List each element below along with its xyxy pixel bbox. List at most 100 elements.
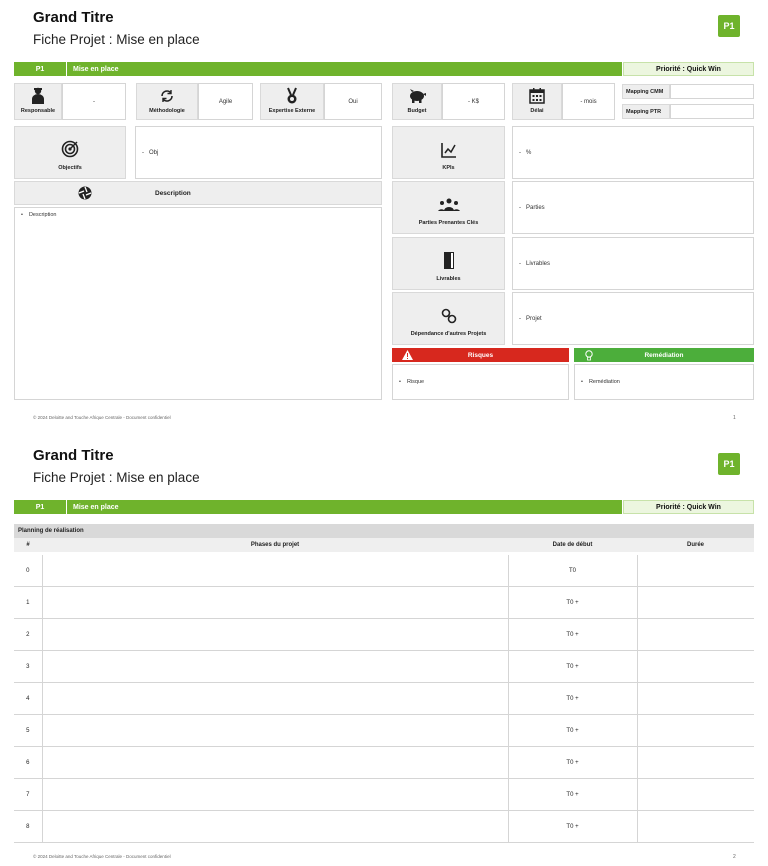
budget-cell: Budget <box>392 83 442 120</box>
livrables-cell: Livrables <box>392 237 505 290</box>
page-number: 1 <box>733 415 736 421</box>
row-duree <box>636 810 754 843</box>
kpis-value: -% <box>512 126 754 179</box>
parties-label: Parties Prenantes Clés <box>418 220 479 226</box>
row-phase <box>41 714 508 747</box>
page-title: Grand Titre <box>33 9 114 26</box>
project-bar: P1 Mise en place <box>14 62 622 76</box>
expertise-label: Expertise Externe <box>268 108 316 114</box>
project-code: P1 <box>35 65 45 73</box>
header-phases: Phases du projet <box>250 542 300 548</box>
calendar-icon <box>513 84 561 108</box>
mapping-cmm-value <box>670 84 754 99</box>
project-bar: P1 Mise en place <box>14 500 622 514</box>
description-header: Description <box>14 181 382 205</box>
mapping-ptr-label: Mapping PTR <box>622 104 670 119</box>
table-row: 6 T0 + <box>14 746 754 779</box>
livrables-text: Livrables <box>526 260 551 267</box>
row-phase <box>41 618 508 651</box>
budget-value: - K$ <box>442 83 505 120</box>
page-subtitle: Fiche Projet : Mise en place <box>33 32 200 47</box>
planning-header-row: # Phases du projet Date de début Durée <box>14 538 754 552</box>
remediation-body: • Remédiation <box>574 364 754 400</box>
row-phase <box>41 586 508 619</box>
page-number: 2 <box>733 854 736 860</box>
methodologie-value: Agile <box>198 83 253 120</box>
description-body: • Description <box>14 207 382 400</box>
row-date: T0 + <box>507 714 637 747</box>
footer-text: © 2024 Deloitte and Touche Afrique Centr… <box>33 415 171 420</box>
medal-icon <box>261 84 323 108</box>
project-name: Mise en place <box>73 503 119 511</box>
row-date: T0 + <box>507 618 637 651</box>
row-phase <box>41 778 508 811</box>
dependance-cell: Dépendance d'autres Projets <box>392 292 505 345</box>
priority-badge: P1 <box>718 453 740 475</box>
table-row: 4 T0 + <box>14 682 754 715</box>
delai-label: Délai <box>530 108 544 114</box>
row-date: T0 + <box>507 810 637 843</box>
objectifs-label: Objectifs <box>58 165 82 171</box>
table-row: 7 T0 + <box>14 778 754 811</box>
methodologie-label: Méthodologie <box>149 108 185 114</box>
row-phase <box>41 682 508 715</box>
table-row: 5 T0 + <box>14 714 754 747</box>
parties-text: Parties <box>526 204 545 211</box>
description-title: Description <box>155 189 191 197</box>
table-row: 1 T0 + <box>14 586 754 619</box>
page-title: Grand Titre <box>33 447 114 464</box>
piggy-bank-icon <box>393 84 441 108</box>
row-num: 5 <box>14 714 42 747</box>
remediation-item: Remédiation <box>588 379 620 385</box>
row-date: T0 + <box>507 778 637 811</box>
link-icon <box>393 293 504 331</box>
header-duree: Durée <box>686 542 704 548</box>
risques-body: • Risque <box>392 364 569 400</box>
row-num: 4 <box>14 682 42 715</box>
expertise-value: Oui <box>324 83 382 120</box>
objectifs-value: - Obj <box>135 126 382 179</box>
row-phase <box>41 746 508 779</box>
dependance-value: - Projet <box>512 292 754 345</box>
priority-badge: P1 <box>718 15 740 37</box>
parties-cell: Parties Prenantes Clés <box>392 181 505 234</box>
book-icon <box>393 238 504 276</box>
header-num: # <box>26 542 30 548</box>
remediation-header: Remédiation <box>574 348 754 362</box>
responsable-value: - <box>62 83 126 120</box>
row-num: 0 <box>14 555 42 587</box>
table-row: 2 T0 + <box>14 618 754 651</box>
row-phase <box>41 555 508 587</box>
table-row: 3 T0 + <box>14 650 754 683</box>
row-duree <box>636 650 754 683</box>
row-phase <box>41 810 508 843</box>
description-item: Description <box>28 212 57 218</box>
priority-label: Priorité : Quick Win <box>623 500 754 514</box>
row-duree <box>636 682 754 715</box>
risques-header: Risques <box>392 348 569 362</box>
row-duree <box>636 746 754 779</box>
row-date: T0 + <box>507 586 637 619</box>
livrables-label: Livrables <box>436 276 461 282</box>
header-date: Date de début <box>552 542 593 548</box>
row-duree <box>636 714 754 747</box>
target-icon <box>15 127 125 165</box>
warning-icon <box>392 350 422 360</box>
lightbulb-icon <box>574 349 604 361</box>
livrables-value: - Livrables <box>512 237 754 290</box>
footer-text: © 2024 Deloitte and Touche Afrique Centr… <box>33 854 171 859</box>
row-date: T0 + <box>507 650 637 683</box>
project-name: Mise en place <box>73 65 119 73</box>
row-date: T0 + <box>507 682 637 715</box>
parties-value: - Parties <box>512 181 754 234</box>
row-duree <box>636 586 754 619</box>
group-icon <box>393 182 504 220</box>
mapping-cmm-label: Mapping CMM <box>622 84 670 99</box>
chart-icon <box>393 127 504 165</box>
table-row: 8 T0 + <box>14 810 754 843</box>
row-num: 6 <box>14 746 42 779</box>
methodologie-cell: Méthodologie <box>136 83 198 120</box>
row-num: 3 <box>14 650 42 683</box>
dependance-text: Projet <box>526 315 542 322</box>
row-num: 8 <box>14 810 42 843</box>
